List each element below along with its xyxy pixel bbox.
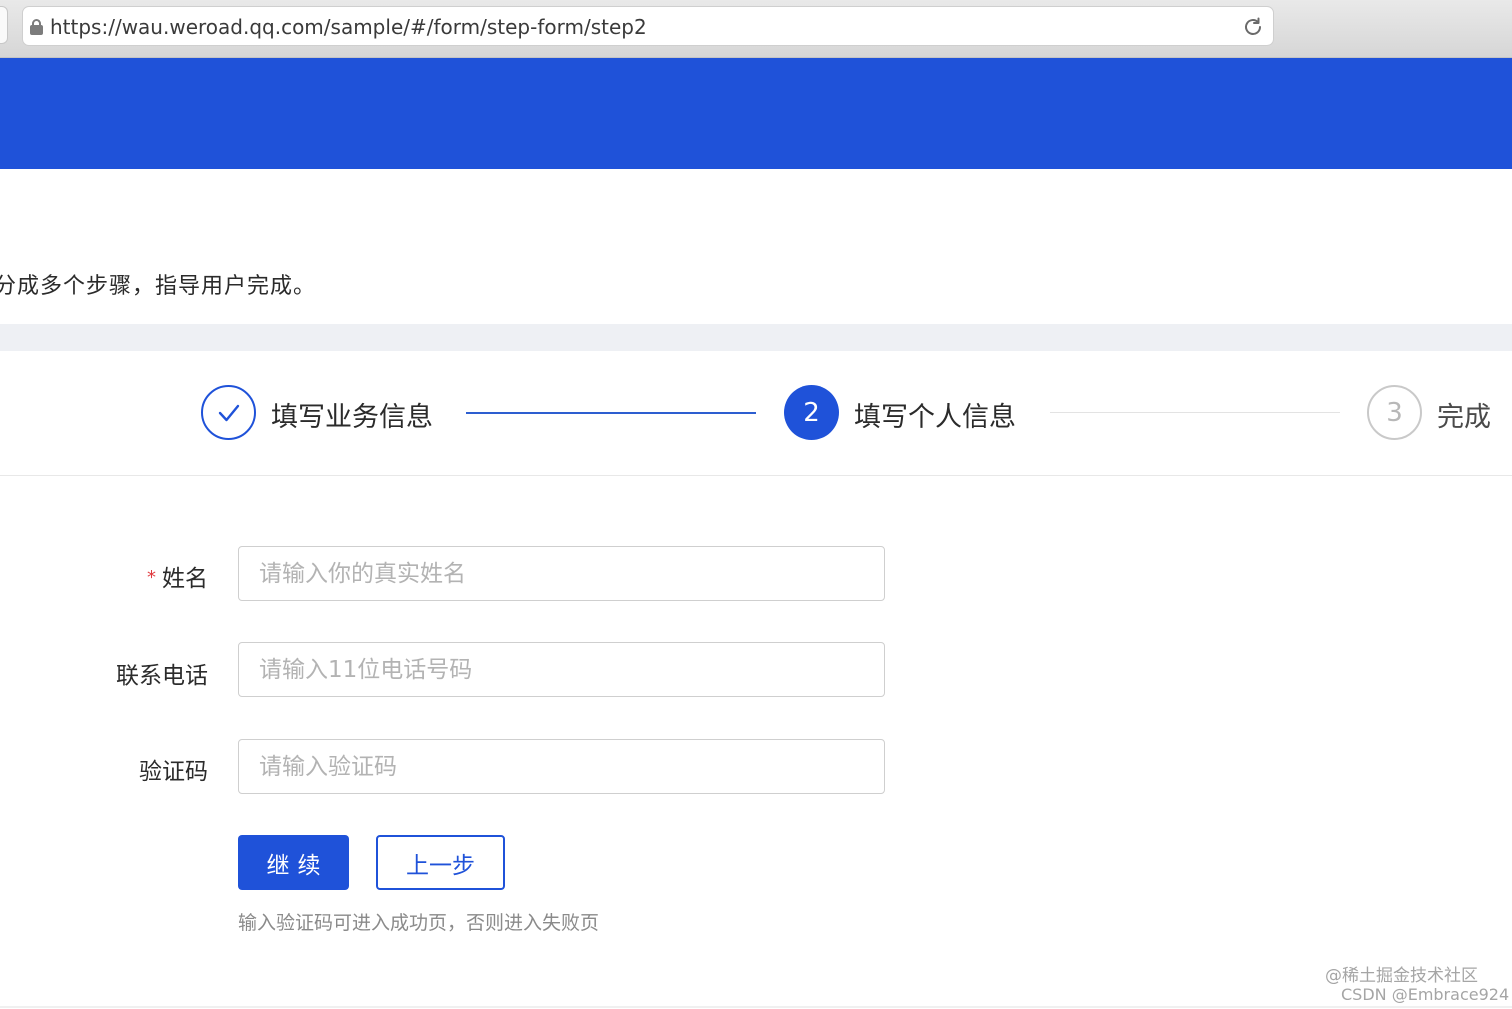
step-3-title: 完成 (1437, 402, 1491, 433)
url-text[interactable]: https://wau.weroad.qq.com/sample/#/form/… (50, 15, 647, 39)
step-connector-2 (1050, 412, 1340, 413)
browser-tab-edge (0, 6, 8, 44)
form-hint: 输入验证码可进入成功页，否则进入失败页 (238, 912, 600, 934)
section-divider (0, 324, 1512, 351)
code-label: 验证码 (139, 759, 208, 785)
app-header (0, 58, 1512, 169)
step-3-number: 3 (1367, 385, 1422, 440)
steps-bar: 填写业务信息 2 填写个人信息 3 完成 (0, 351, 1512, 476)
watermark-csdn: CSDN @Embrace924 (1341, 985, 1510, 1004)
step-1-title: 填写业务信息 (271, 402, 433, 433)
step-2-number: 2 (784, 385, 839, 440)
continue-button[interactable]: 继续 (238, 835, 349, 890)
phone-label: 联系电话 (116, 663, 208, 689)
page-header (0, 169, 1512, 324)
address-bar[interactable]: https://wau.weroad.qq.com/sample/#/form/… (22, 6, 1274, 46)
required-mark: * (147, 567, 156, 588)
lock-icon (30, 19, 43, 35)
previous-step-button[interactable]: 上一步 (376, 835, 505, 890)
step-2-title: 填写个人信息 (854, 402, 1016, 433)
name-input[interactable] (238, 546, 885, 601)
watermark-juejin: @稀土掘金技术社区 (1325, 966, 1478, 986)
step-connector-1 (466, 412, 756, 414)
step-1-check-icon (201, 385, 256, 440)
page-description: 分成多个步骤，指导用户完成。 (0, 274, 317, 299)
code-input[interactable] (238, 739, 885, 794)
name-label: * 姓名 (147, 559, 208, 593)
phone-input[interactable] (238, 642, 885, 697)
bottom-divider (0, 1006, 1512, 1008)
name-label-text: 姓名 (162, 566, 208, 592)
browser-toolbar: https://wau.weroad.qq.com/sample/#/form/… (0, 0, 1512, 58)
reload-icon[interactable] (1241, 15, 1265, 39)
